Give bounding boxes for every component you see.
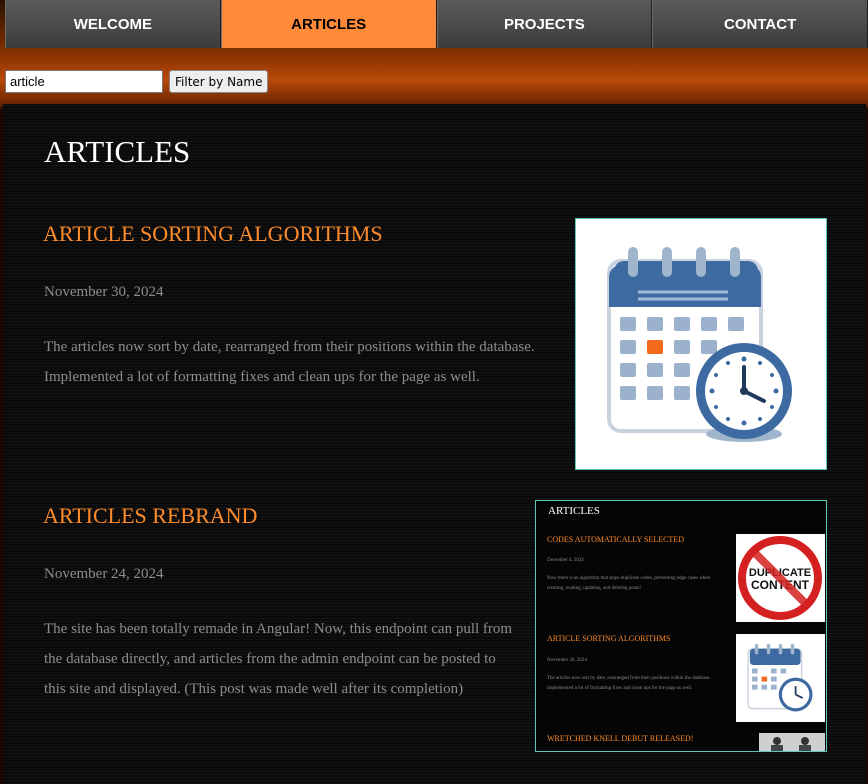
screenshot-page-title: ARTICLES xyxy=(548,505,600,517)
band-photo xyxy=(759,733,825,751)
article-title[interactable]: ARTICLES REBRAND xyxy=(43,503,257,529)
page-title: ARTICLES xyxy=(44,134,191,169)
screenshot-article-date: November 30, 2024 xyxy=(547,658,587,663)
calendar-clock-icon xyxy=(736,634,825,722)
screenshot-article-body: Now there is an algorithm that stops dup… xyxy=(547,576,711,591)
article-body: The articles now sort by date, rearrange… xyxy=(44,339,535,385)
calendar-clock-icon xyxy=(607,247,792,442)
filter-bar: Filter by Name xyxy=(5,70,269,93)
tab-welcome[interactable]: WELCOME xyxy=(5,0,221,48)
main-nav: WELCOME ARTICLES PROJECTS CONTACT xyxy=(5,0,868,48)
article-image xyxy=(575,218,827,470)
duplicate-content-image: DUPLICATE CONTENT xyxy=(736,534,825,622)
screenshot-article-body: The articles now sort by date, rearrange… xyxy=(547,676,711,691)
screenshot-article-title: ARTICLE SORTING ALGORITHMS xyxy=(547,634,671,643)
article-title[interactable]: ARTICLE SORTING ALGORITHMS xyxy=(43,221,383,247)
articles-panel: ARTICLES ARTICLE SORTING ALGORITHMS Nove… xyxy=(3,104,866,784)
tab-contact[interactable]: CONTACT xyxy=(652,0,868,48)
articles-page-screenshot: ARTICLES CODES AUTOMATICALLY SELECTED De… xyxy=(535,500,827,752)
screenshot-article-title: CODES AUTOMATICALLY SELECTED xyxy=(547,535,684,544)
filter-input[interactable] xyxy=(5,70,163,93)
screenshot-article-date: December 4, 2024 xyxy=(547,558,584,563)
article-body: The site has been totally remade in Angu… xyxy=(44,621,513,697)
article-date: November 24, 2024 xyxy=(44,566,164,582)
filter-button[interactable]: Filter by Name xyxy=(169,70,269,93)
tab-projects[interactable]: PROJECTS xyxy=(436,0,653,48)
tab-articles[interactable]: ARTICLES xyxy=(220,0,437,48)
screenshot-article-title: WRETCHED KNELL DEBUT RELEASED! xyxy=(547,734,694,743)
article-date: November 30, 2024 xyxy=(44,284,164,300)
